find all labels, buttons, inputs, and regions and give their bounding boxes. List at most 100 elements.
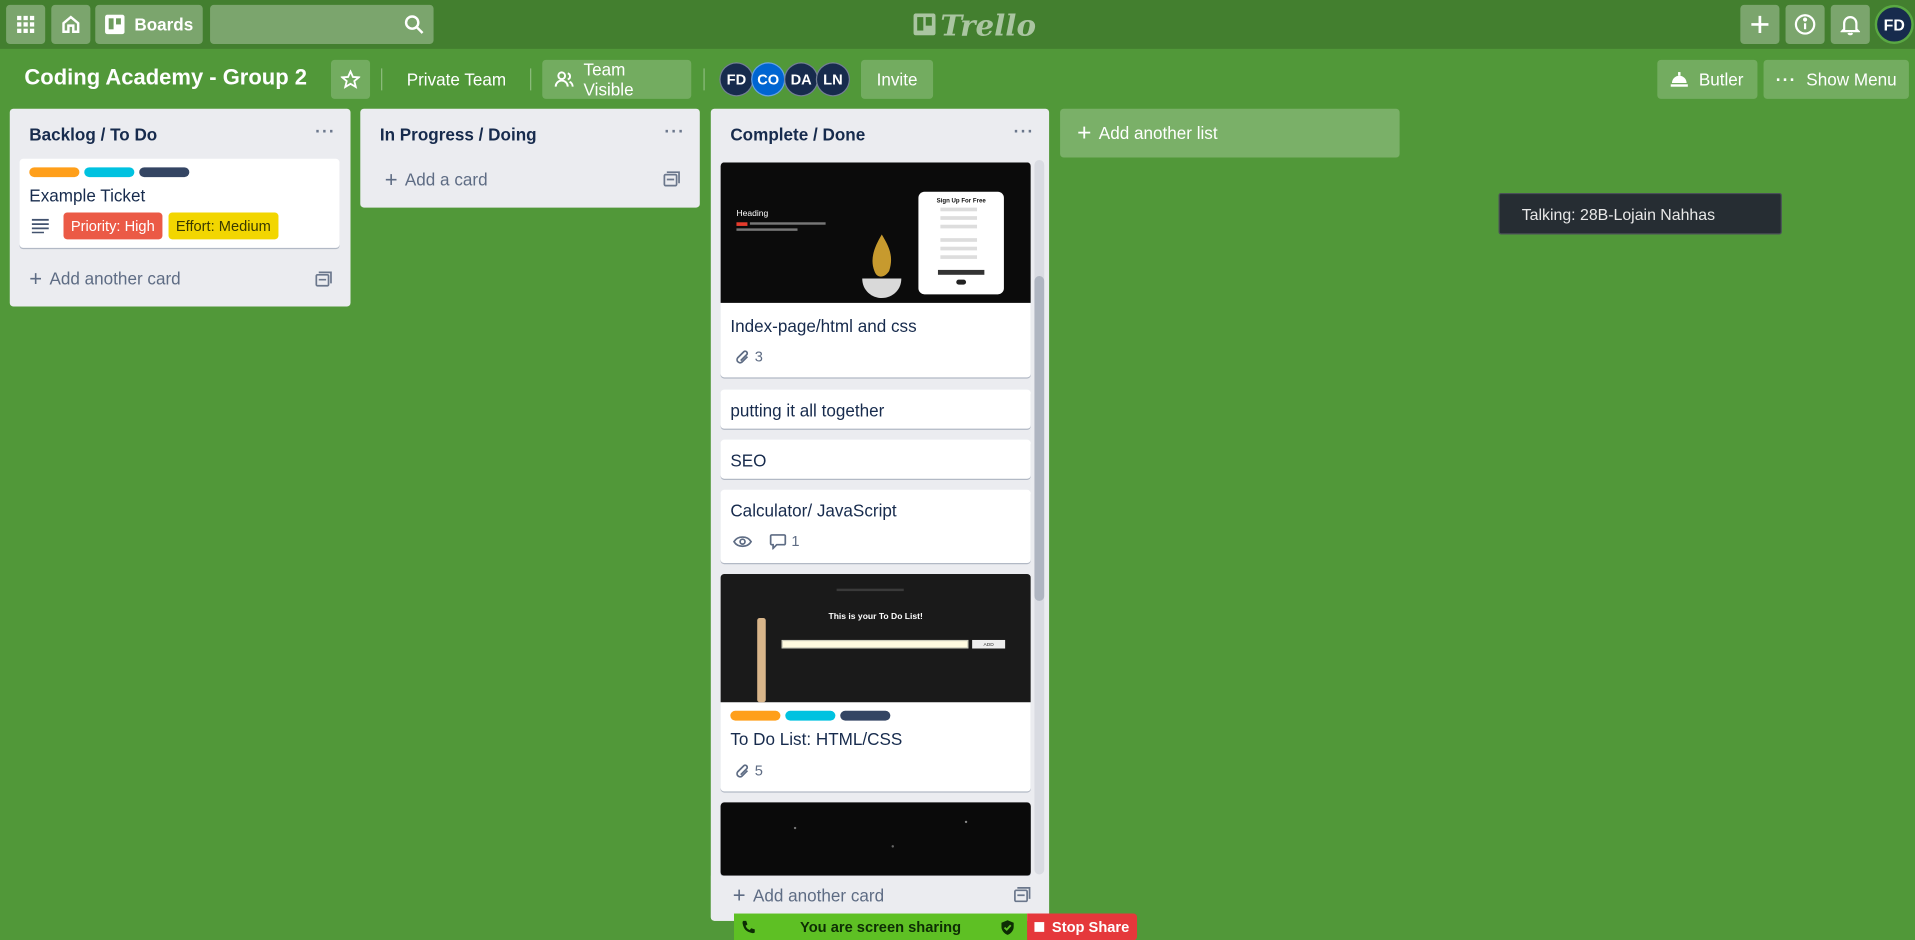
label-navy[interactable] <box>840 710 891 721</box>
phone-icon <box>742 920 755 934</box>
board-title[interactable]: Coding Academy - Group 2 <box>24 65 307 91</box>
list-scrollbar[interactable] <box>1034 159 1045 875</box>
card-todo-list[interactable]: This is your To Do List! ADD To Do List:… <box>720 574 1031 792</box>
top-header: Boards Trello FD <box>0 0 1915 49</box>
info-icon <box>1794 14 1816 35</box>
star-icon <box>340 69 361 89</box>
create-button[interactable] <box>1740 4 1780 44</box>
label-sky[interactable] <box>84 167 135 178</box>
card-title: putting it all together <box>730 400 885 421</box>
screen-share-bar: You are screen sharing <box>734 913 1028 940</box>
member-initials: FD <box>726 70 747 88</box>
boards-button[interactable]: Boards <box>95 4 203 44</box>
plus-icon: + <box>384 167 398 192</box>
star-button[interactable] <box>330 59 371 99</box>
plus-icon: + <box>1077 119 1092 147</box>
add-card-button[interactable]: + Add another card <box>29 266 181 291</box>
home-icon <box>62 15 80 33</box>
card-example-ticket[interactable]: Example Ticket Priority: High Effort: Me… <box>19 158 340 248</box>
card-cover-image: This is your To Do List! ADD <box>720 574 1031 703</box>
cover-signup-form: Sign Up For Free <box>918 191 1004 295</box>
add-card-button[interactable]: + Add another card <box>732 882 885 908</box>
team-visible-button[interactable]: Team Visible <box>542 59 692 99</box>
card-cover-image: Heading Sign Up For Free <box>720 162 1031 303</box>
member-initials: LN <box>823 70 843 88</box>
cover-add-button: ADD <box>972 639 1006 649</box>
search-input[interactable] <box>210 4 394 44</box>
info-button[interactable] <box>1785 4 1825 44</box>
eye-icon <box>733 536 753 548</box>
member-avatar[interactable]: LN <box>815 62 851 97</box>
add-list-label: Add another list <box>1098 123 1218 143</box>
notifications-button[interactable] <box>1830 4 1870 44</box>
more-icon: ··· <box>1775 69 1797 90</box>
team-visible-label: Team Visible <box>583 59 634 99</box>
member-avatar[interactable]: DA <box>784 62 819 97</box>
cover-text-line <box>736 228 798 231</box>
invite-button[interactable]: Invite <box>861 59 934 99</box>
trello-logo[interactable]: Trello <box>913 6 1037 43</box>
add-card-label: Add a card <box>404 169 488 190</box>
plus-icon: + <box>29 266 43 291</box>
search-box[interactable] <box>210 4 434 44</box>
cover-heading: This is your To Do List! <box>828 613 923 622</box>
cover-text-line <box>749 222 826 225</box>
list-title[interactable]: Backlog / To Do <box>29 125 157 145</box>
logo-text: Trello <box>940 6 1037 43</box>
member-avatar[interactable]: CO <box>751 62 786 97</box>
show-menu-button[interactable]: ··· Show Menu <box>1763 59 1909 99</box>
user-avatar[interactable]: FD <box>1874 4 1914 44</box>
label-orange[interactable] <box>29 167 80 178</box>
card-index-page[interactable]: Heading Sign Up For Free Index-page/html… <box>720 162 1031 378</box>
member-avatar[interactable]: FD <box>719 62 754 97</box>
card-cover-partial[interactable] <box>720 802 1031 876</box>
effort-chip[interactable]: Effort: Medium <box>168 212 279 240</box>
card-template-icon[interactable] <box>663 171 680 188</box>
list-title[interactable]: Complete / Done <box>730 125 865 145</box>
shield-check-icon <box>1001 920 1014 935</box>
add-card-button[interactable]: + Add a card <box>384 167 488 192</box>
list-backlog[interactable]: Backlog / To Do ··· Example Ticket Prior… <box>9 108 351 307</box>
list-menu-button[interactable]: ··· <box>315 121 336 141</box>
card-seo[interactable]: SEO <box>720 439 1031 479</box>
search-icon[interactable] <box>404 15 424 35</box>
plus-icon <box>1751 15 1769 33</box>
plus-icon: + <box>732 882 746 908</box>
add-card-label: Add another card <box>49 268 181 289</box>
card-template-icon[interactable] <box>315 271 332 288</box>
butler-label: Butler <box>1698 69 1744 90</box>
add-list-button[interactable]: + Add another list <box>1060 108 1400 158</box>
butler-button[interactable]: Butler <box>1657 59 1758 99</box>
paperclip-icon <box>736 349 749 363</box>
member-initials: CO <box>757 70 780 88</box>
label-orange[interactable] <box>730 710 781 721</box>
home-button[interactable] <box>51 4 91 44</box>
cover-form-title: Sign Up For Free <box>936 197 986 206</box>
list-complete[interactable]: Complete / Done ··· Heading Sign Up For … <box>710 108 1050 921</box>
stop-square-icon <box>1034 922 1045 932</box>
label-navy[interactable] <box>139 167 190 178</box>
stop-share-button[interactable]: Stop Share <box>1027 913 1138 940</box>
card-title: To Do List: HTML/CSS <box>730 729 903 749</box>
description-icon <box>31 218 49 234</box>
private-team-button[interactable]: Private Team <box>394 60 518 99</box>
comment-icon <box>769 533 787 549</box>
butler-icon <box>1670 72 1688 87</box>
grid-icon <box>17 15 35 33</box>
list-menu-button[interactable]: ··· <box>1014 121 1035 141</box>
card-putting-it-together[interactable]: putting it all together <box>720 389 1031 429</box>
list-menu-button[interactable]: ··· <box>664 121 685 141</box>
priority-chip[interactable]: Priority: High <box>63 212 163 240</box>
label-sky[interactable] <box>785 710 836 721</box>
card-title: Example Ticket <box>29 185 146 206</box>
card-calculator[interactable]: Calculator/ JavaScript 1 <box>720 489 1031 564</box>
list-in-progress[interactable]: In Progress / Doing ··· + Add a card <box>360 108 700 208</box>
talking-indicator: Talking: 28B-Lojain Nahhas <box>1498 192 1782 235</box>
comments-badge: 1 <box>769 532 800 550</box>
stop-share-label: Stop Share <box>1051 918 1130 936</box>
card-template-icon[interactable] <box>1014 887 1031 904</box>
scrollbar-thumb[interactable] <box>1034 276 1045 601</box>
add-card-label: Add another card <box>752 885 885 905</box>
apps-grid-button[interactable] <box>6 4 46 44</box>
list-title[interactable]: In Progress / Doing <box>380 125 537 145</box>
